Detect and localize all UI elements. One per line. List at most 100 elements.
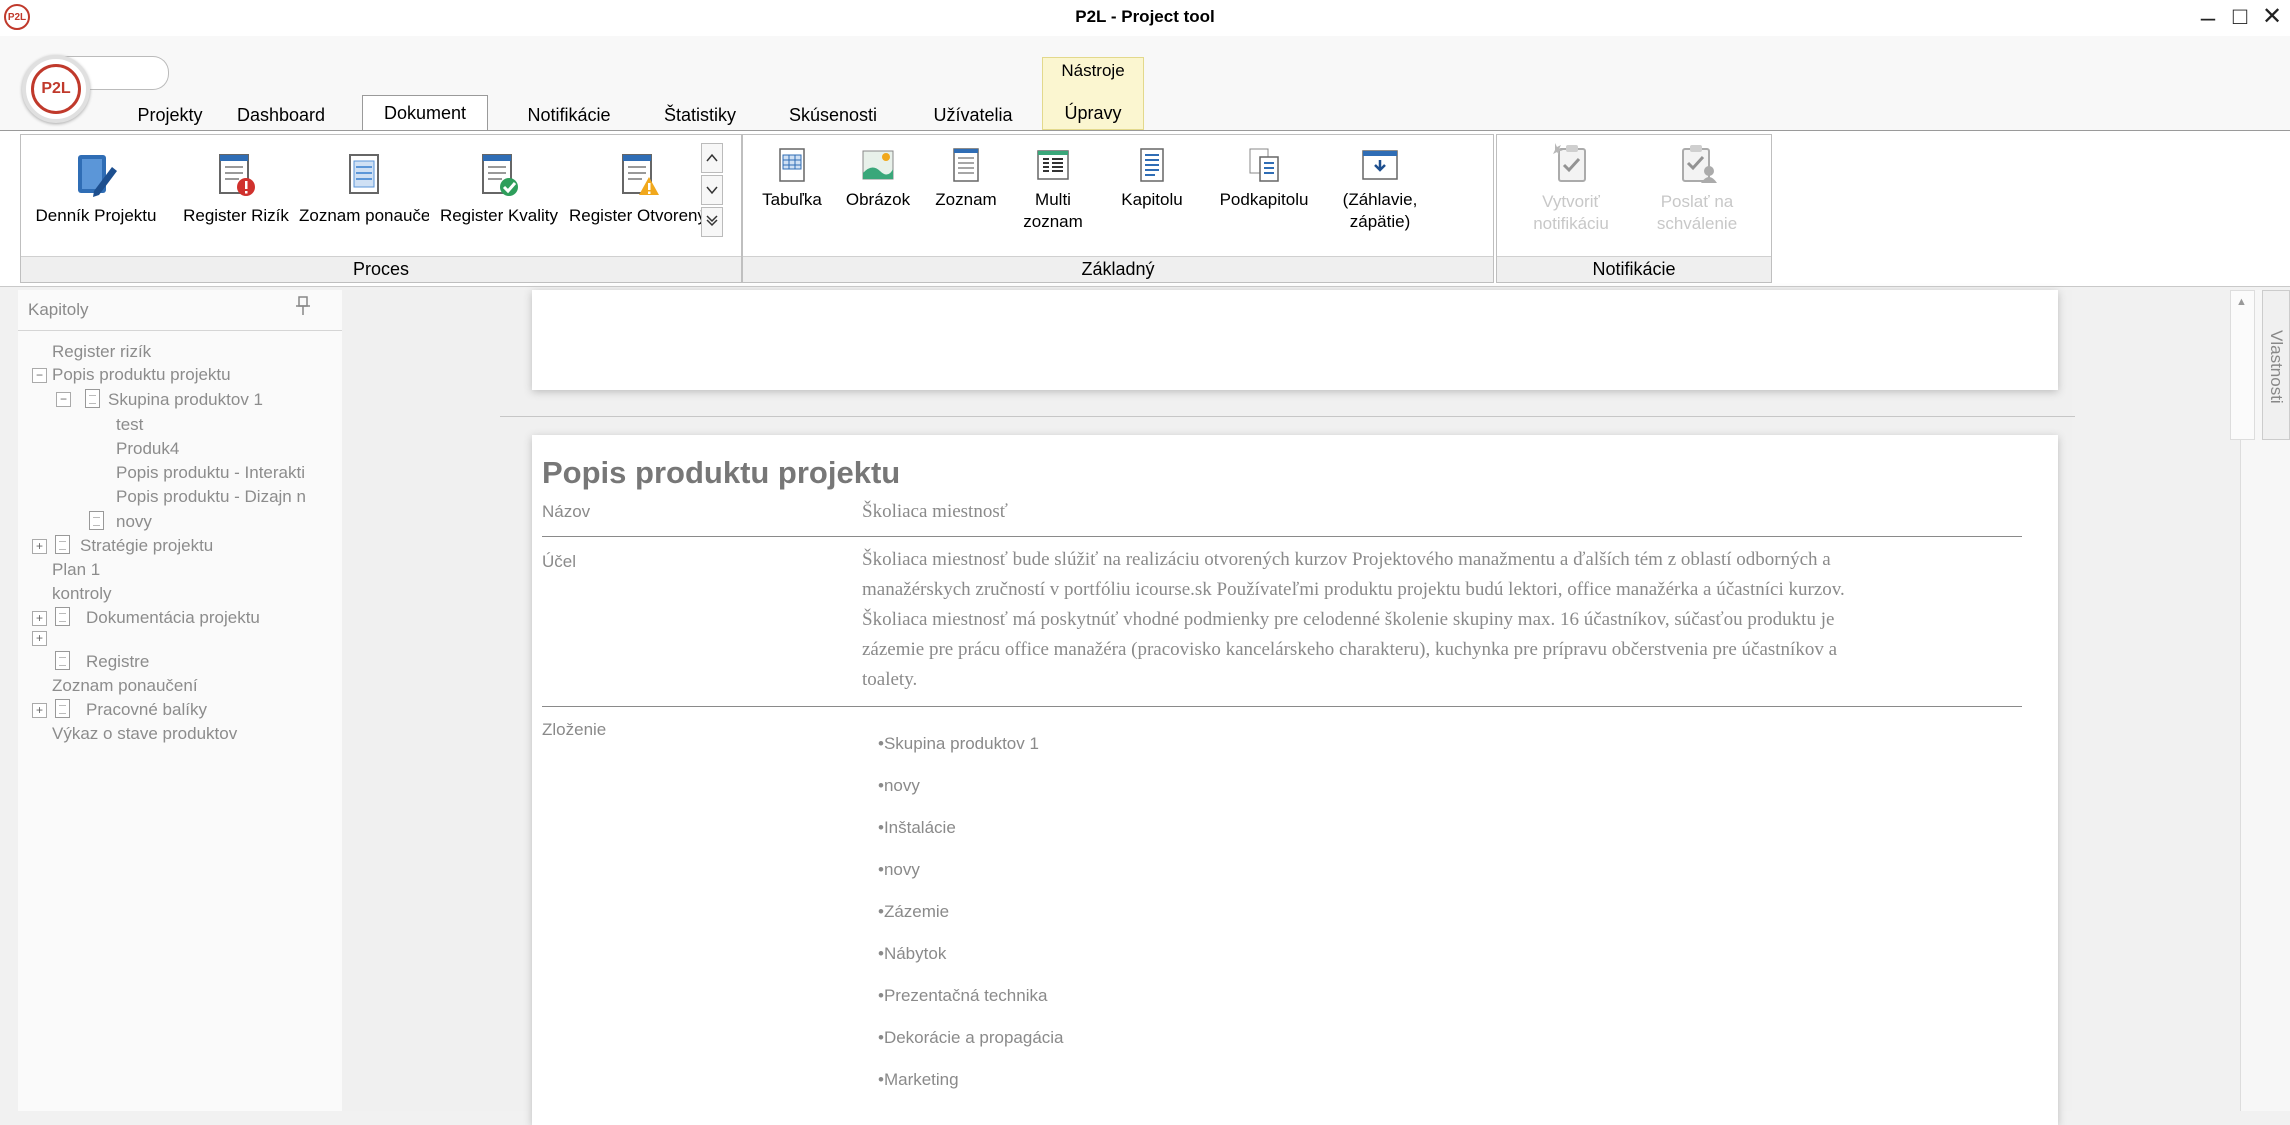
chapters-panel-title: Kapitoly [28,300,89,319]
zoznam-ponauceni-button[interactable]: Zoznam ponaučení [299,151,429,227]
insert-image-button[interactable]: Obrázok [835,147,921,211]
tree-item-vykaz-o-stave[interactable]: Výkaz o stave produktov [52,723,237,745]
tree-item-pracovne-baliky[interactable]: Pracovné balíky [86,699,207,721]
tree-item-popis-interakti[interactable]: Popis produktu - Interakti [116,462,338,484]
tab-notifikacie[interactable]: Notifikácie [508,100,630,130]
previous-page-card [532,290,2058,390]
field-value-nazov[interactable]: Školiaca miestnosť [862,497,1008,526]
tab-projekty[interactable]: Projekty [122,100,218,130]
ribbon-group-zakladny: Tabuľka Obrázok Zoznam Multi zoznam Kapi… [742,134,1494,283]
tree-item-zoznam-ponauceni[interactable]: Zoznam ponaučení [52,675,198,697]
field-value-ucel-line-4[interactable]: zázemie pre prácu office manažéra (praco… [862,635,1837,664]
ribbon-expand-gallery[interactable] [701,207,723,237]
tree-item-produk4[interactable]: Produk4 [116,438,179,460]
chevron-up-icon [706,153,718,162]
register-rizik-button[interactable]: Register Rizík [171,151,301,227]
ribbon-group-proces: Denník Projektu Register Rizík Zoznam po… [20,134,742,283]
tree-item-plan-1[interactable]: Plan 1 [52,559,100,581]
vertical-scrollbar[interactable] [2230,290,2255,440]
list-item[interactable]: •Marketing [878,1070,959,1090]
insert-multilist-button[interactable]: Multi zoznam [1013,147,1093,233]
list-item[interactable]: •novy [878,860,920,880]
expand-icon[interactable]: + [32,539,47,554]
insert-table-button[interactable]: Tabuľka [751,147,833,211]
properties-tab-label: Vlastnosti [2267,330,2286,404]
tree-item-test[interactable]: test [116,414,143,436]
register-kvality-button[interactable]: Register Kvality [429,151,569,227]
field-value-ucel-line-2[interactable]: manažérskych zručností v portfóliu icour… [862,575,1845,604]
insert-table-label: Tabuľka [762,190,822,209]
register-otvorenych-button[interactable]: Register Otvorených [569,151,709,227]
tab-uzivatelia[interactable]: Užívatelia [918,100,1028,130]
maximize-button[interactable]: □ [2228,0,2252,36]
tree-item-dokumentacia-projektu[interactable]: Dokumentácia projektu [86,607,260,629]
list-item[interactable]: •Zázemie [878,902,949,922]
dennik-projektu-button[interactable]: Denník Projektu [21,151,171,227]
document-icon [55,535,70,554]
tab-skusenosti[interactable]: Skúsenosti [776,100,890,130]
tree-item-register-rizik[interactable]: Register rizík [52,341,151,363]
p2l-logo[interactable]: P2L [31,64,81,114]
list-item[interactable]: •Dekorácie a propagácia [878,1028,1064,1048]
ribbon-scroll-up[interactable] [701,143,723,173]
ribbon-tab-row [0,36,2290,130]
tree-item-novy[interactable]: novy [116,511,152,533]
field-label-zlozenie: Zloženie [542,720,607,739]
ribbon-scroll-down[interactable] [701,175,723,205]
expand-icon[interactable]: + [32,631,47,646]
group-label-proces: Proces [21,256,741,282]
expand-icon[interactable]: + [32,703,47,718]
collapse-icon[interactable]: − [32,368,47,383]
document-icon [55,607,70,626]
insert-list-label: Zoznam [935,190,997,209]
minimize-button[interactable]: – [2196,0,2220,36]
insert-image-label: Obrázok [845,190,911,209]
tree-item-strategie-projektu[interactable]: Stratégie projektu [80,535,213,557]
tab-dokument[interactable]: Dokument [362,95,488,130]
scroll-up-arrow-icon[interactable]: ▲ [2236,296,2247,308]
expand-more-icon [706,215,718,227]
tree-item-popis-dizajn[interactable]: Popis produktu - Dizajn n [116,486,338,508]
tree-item-skupina-produktov-1[interactable]: Skupina produktov 1 [108,389,263,411]
list-item[interactable]: •Prezentačná technika [878,986,1047,1006]
header-footer-icon [1362,150,1398,180]
close-button[interactable]: ✕ [2260,0,2284,36]
insert-multilist-label: Multi [1035,190,1071,209]
insert-list-button[interactable]: Zoznam [923,147,1009,211]
tab-statistiky[interactable]: Štatistiky [650,100,750,130]
list-item[interactable]: •Skupina produktov 1 [878,734,1039,754]
tab-dashboard[interactable]: Dashboard [222,100,340,130]
list-item[interactable]: •novy [878,776,920,796]
field-value-ucel-line-1[interactable]: Školiaca miestnosť bude slúžiť na realiz… [862,545,1831,574]
list-item[interactable]: •Nábytok [878,944,946,964]
send-for-approval-button[interactable]: Poslať na schválenie [1637,141,1757,235]
chapter-icon [1140,148,1164,182]
document-heading[interactable]: Popis produktu projektu [542,455,900,491]
document-icon [55,651,70,670]
image-icon [862,150,894,180]
tab-upravy[interactable]: Úpravy [1042,98,1144,128]
create-notification-button[interactable]: Vytvoriť notifikáciu [1511,141,1631,235]
group-label-zakladny: Základný [743,256,1493,282]
collapse-icon[interactable]: − [56,392,71,407]
document-page [532,435,2058,1125]
expand-icon[interactable]: + [32,611,47,626]
pin-icon[interactable] [295,296,311,322]
page-separator [500,416,2075,417]
insert-chapter-button[interactable]: Kapitolu [1099,147,1205,211]
insert-subchapter-label: Podkapitolu [1219,190,1309,209]
field-value-ucel-line-5[interactable]: toalety. [862,665,917,694]
list-item[interactable]: •Inštalácie [878,818,956,838]
subchapter-icon [1249,148,1279,182]
field-value-ucel-line-3[interactable]: Školiaca miestnosť má poskytnúť vhodné p… [862,605,1834,634]
register-rizik-label: Register Rizík [183,206,289,225]
tree-item-kontroly[interactable]: kontroly [52,583,112,605]
tree-item-popis-produktu-projektu[interactable]: Popis produktu projektu [52,364,231,386]
header-footer-button[interactable]: (Záhlavie, zápätie) [1327,147,1433,233]
field-label-ucel: Účel [542,552,577,571]
send-for-approval-label-2: schválenie [1656,214,1738,233]
insert-subchapter-button[interactable]: Podkapitolu [1205,147,1323,211]
register-kvality-label: Register Kvality [439,206,559,225]
dennik-projektu-label: Denník Projektu [35,206,157,225]
tree-item-registre[interactable]: Registre [86,651,149,673]
